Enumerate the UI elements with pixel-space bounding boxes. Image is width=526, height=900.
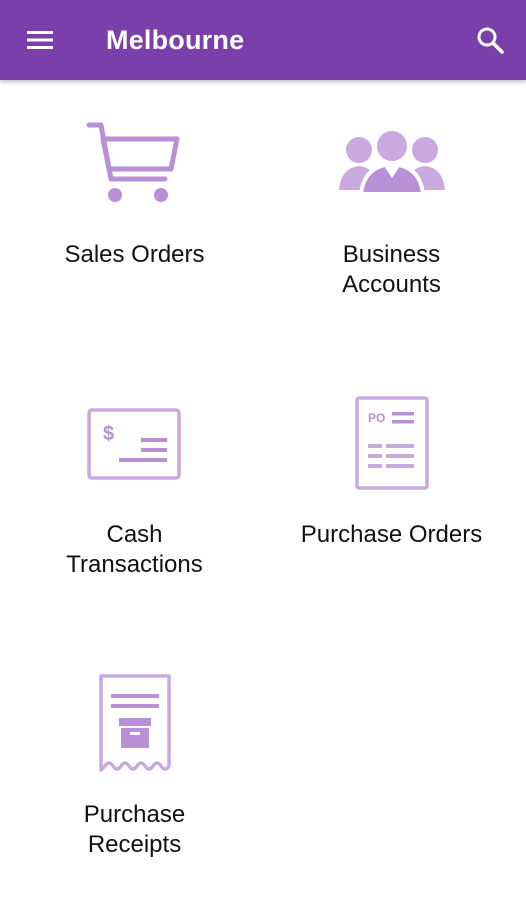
tile-label: Purchase Receipts (83, 801, 186, 858)
tile-label: Purchase Orders (300, 521, 483, 548)
svg-text:$: $ (103, 423, 114, 445)
search-icon (477, 27, 504, 54)
tile-icon-container (260, 104, 523, 224)
app-bar: Melbourne (0, 0, 526, 80)
tile-icon-container (3, 104, 266, 224)
menu-button[interactable] (20, 20, 60, 60)
tile-cash-transactions[interactable]: $ Cash Transactions (3, 360, 266, 640)
tile-label: Cash Transactions (66, 521, 203, 578)
shopping-cart-icon (86, 122, 179, 202)
search-button[interactable] (470, 20, 510, 60)
tile-sales-orders[interactable]: Sales Orders (3, 80, 266, 360)
tile-business-accounts[interactable]: Business Accounts (260, 80, 523, 360)
cash-check-icon: $ (86, 408, 181, 480)
tile-label: Sales Orders (64, 241, 205, 268)
tile-purchase-receipts[interactable]: Purchase Receipts (3, 640, 266, 900)
app-root: Melbourne Sales Orders Business Accounts… (0, 0, 526, 900)
purchase-order-document-icon: PO (354, 396, 429, 490)
tile-purchase-orders[interactable]: PO Purchase Orders (260, 360, 523, 640)
people-group-icon (338, 127, 445, 196)
tile-icon-container: $ (3, 384, 266, 504)
receipt-box-icon (98, 674, 171, 772)
tile-icon-container: PO (260, 384, 523, 504)
tile-label: Business Accounts (342, 241, 441, 298)
hamburger-menu-icon (27, 31, 53, 49)
page-title: Melbourne (106, 25, 245, 55)
tile-icon-container (3, 664, 266, 784)
po-icon-text: PO (368, 411, 385, 425)
